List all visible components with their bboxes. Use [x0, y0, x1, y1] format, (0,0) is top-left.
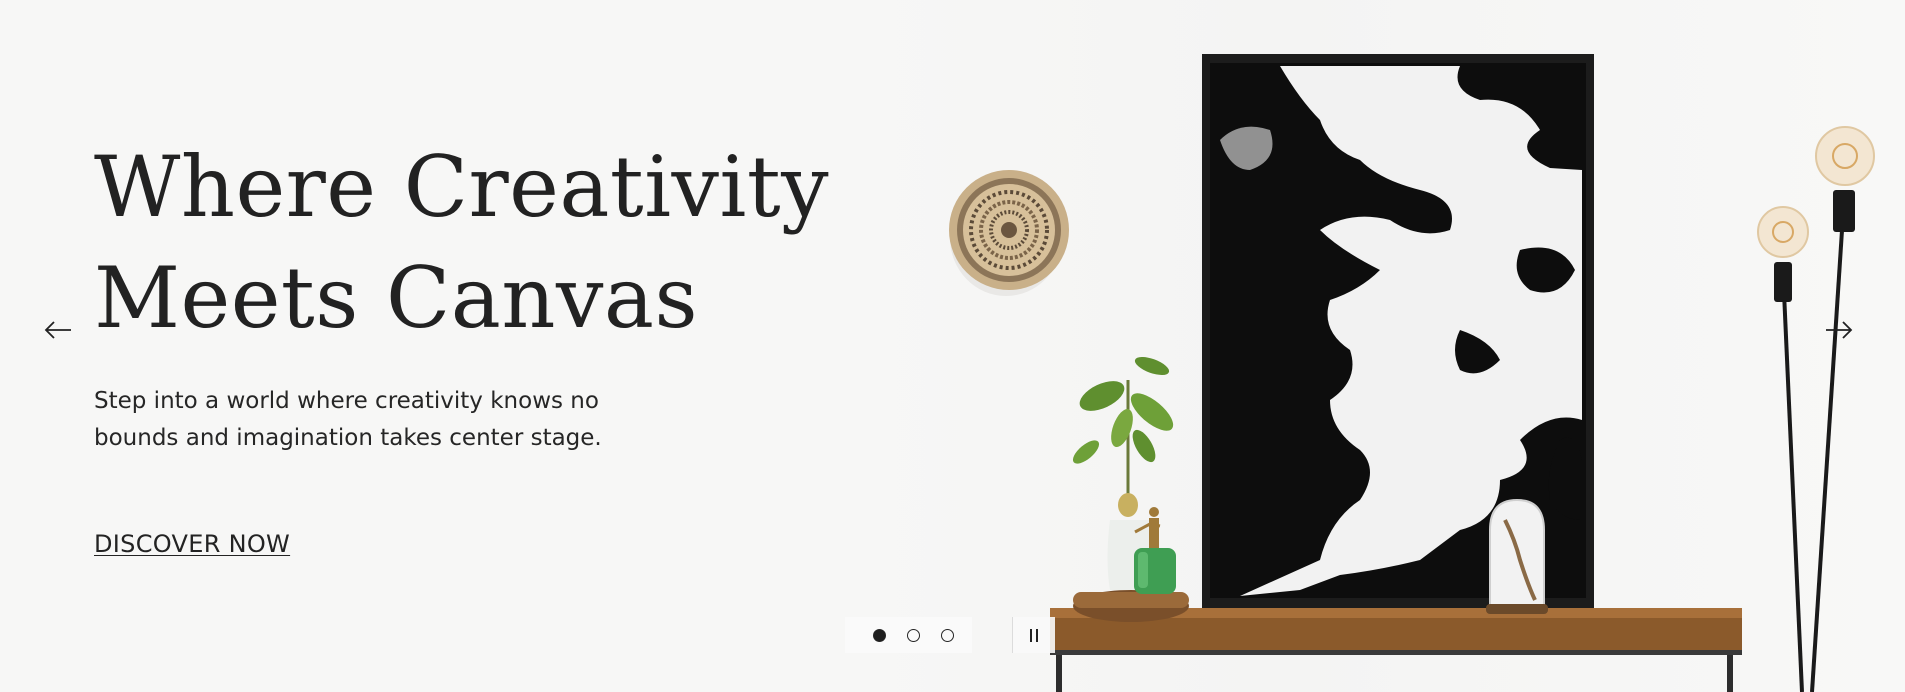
hero-subtitle-line-1: Step into a world where creativity knows… [94, 388, 599, 414]
slide-pagination [845, 617, 972, 653]
slide-dot-1[interactable] [873, 628, 886, 642]
hero-subtitle: Step into a world where creativity knows… [94, 383, 654, 457]
hero-image [860, 0, 1905, 692]
glass-dome-decor [1486, 498, 1548, 614]
slide-dot-3[interactable] [941, 628, 954, 642]
hero-title-line-2: Meets Canvas [94, 249, 699, 347]
hero-title: Where Creativity Meets Canvas [94, 132, 854, 354]
floor-lamp-decor [1757, 126, 1875, 692]
slide-dot-2[interactable] [907, 628, 920, 642]
hero-title-line-1: Where Creativity [94, 138, 830, 236]
arrow-left-icon [44, 321, 71, 339]
hero-subtitle-line-2: bounds and imagination takes center stag… [94, 425, 602, 451]
discover-now-link[interactable]: DISCOVER NOW [94, 530, 290, 558]
pause-icon [1030, 628, 1032, 642]
pause-slideshow-button[interactable] [1012, 617, 1055, 653]
woven-basket-decor [949, 170, 1069, 296]
previous-slide-button[interactable] [42, 314, 74, 346]
arrow-right-icon [1826, 321, 1853, 339]
next-slide-button[interactable] [1823, 314, 1855, 346]
hero-banner: Where Creativity Meets Canvas Step into … [0, 0, 1905, 692]
